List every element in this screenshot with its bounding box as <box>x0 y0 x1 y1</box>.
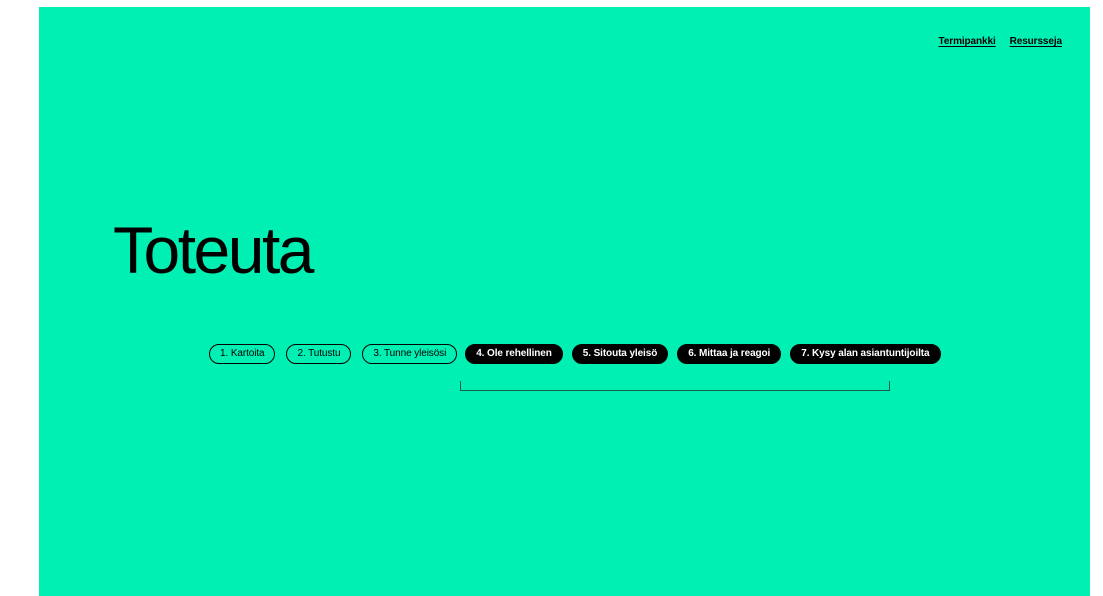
step-7-button[interactable]: 7. Kysy alan asiantuntijoilta <box>790 344 941 364</box>
step-5-button[interactable]: 5. Sitouta yleisö <box>571 344 669 364</box>
active-steps-bracket <box>460 381 890 391</box>
step-2-button[interactable]: 2. Tutustu <box>286 344 352 364</box>
top-navigation: Termipankki Resursseja <box>939 36 1063 47</box>
page-title: Toteuta <box>113 213 315 287</box>
nav-link-resursseja[interactable]: Resursseja <box>1010 36 1062 47</box>
step-1-button[interactable]: 1. Kartoita <box>209 344 276 364</box>
step-6-button[interactable]: 6. Mittaa ja reagoi <box>677 344 782 364</box>
step-navigation: 1. Kartoita 2. Tutustu 3. Tunne yleisösi… <box>209 344 941 364</box>
step-3-button[interactable]: 3. Tunne yleisösi <box>362 344 458 364</box>
main-stage: Termipankki Resursseja Toteuta 1. Kartoi… <box>39 7 1090 596</box>
nav-link-termipankki[interactable]: Termipankki <box>939 36 996 47</box>
step-4-button[interactable]: 4. Ole rehellinen <box>465 344 563 364</box>
